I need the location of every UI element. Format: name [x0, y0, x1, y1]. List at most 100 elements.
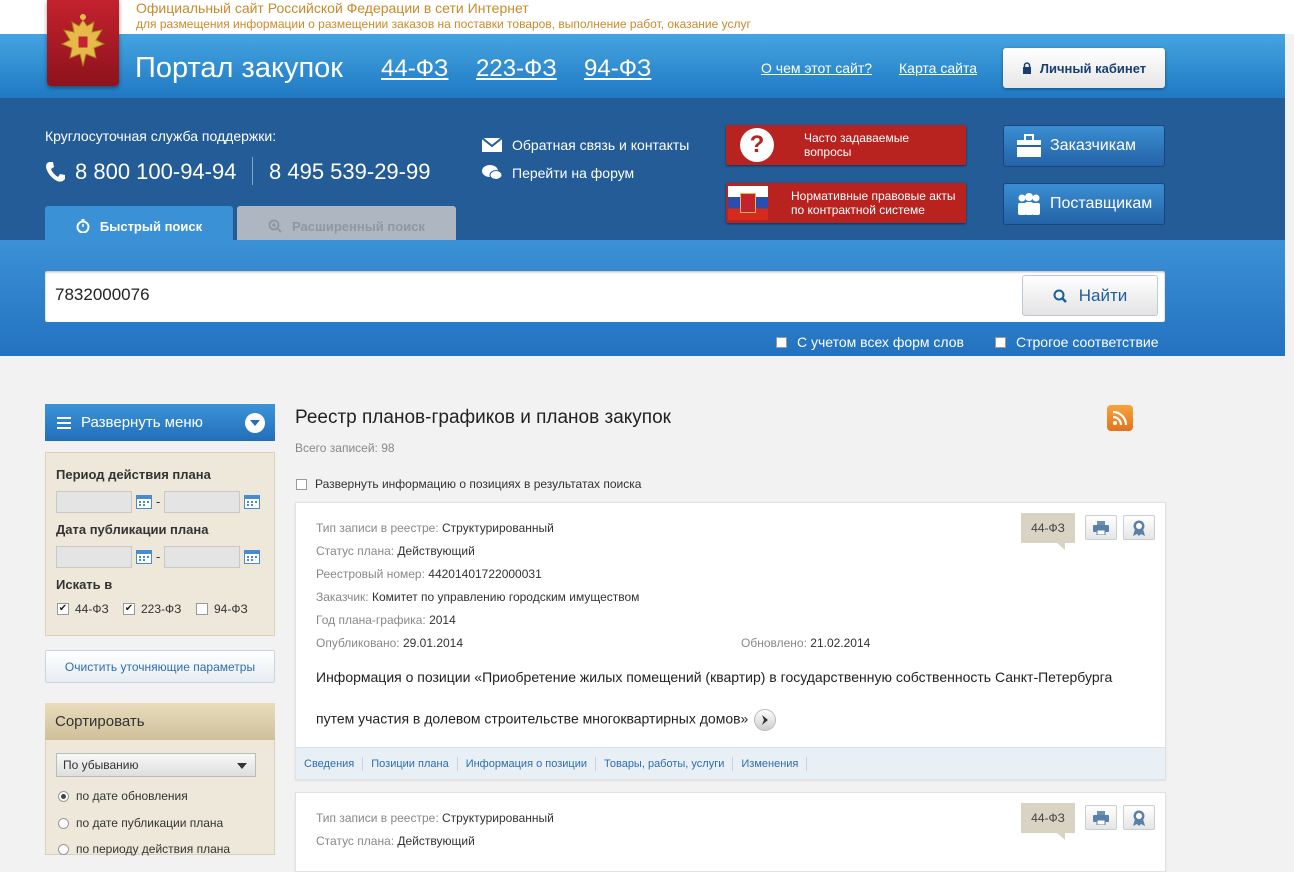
plan-year-field: Год плана-графика: 2014 — [316, 613, 456, 627]
phone-divider — [252, 157, 253, 185]
plan-status-value: Действующий — [397, 834, 475, 848]
customer-value[interactable]: Комитет по управлению городским имуществ… — [372, 590, 639, 604]
suppliers-label: Поставщикам — [1050, 195, 1153, 212]
phone-number-2[interactable]: 8 495 539-29-99 — [269, 159, 430, 185]
forum-link[interactable]: Перейти на форум — [482, 165, 634, 181]
rosette-icon — [1133, 520, 1145, 536]
publication-label: Дата публикации плана — [56, 522, 209, 537]
calendar-icon[interactable] — [136, 550, 152, 564]
personal-cabinet-button[interactable]: Личный кабинет — [1003, 48, 1165, 88]
strict-match-label: Строгое соответствие — [1016, 334, 1159, 350]
clear-filters-button[interactable]: Очистить уточняющие параметры — [45, 650, 275, 683]
law-filter-94[interactable]: 94-ФЗ — [196, 602, 248, 616]
position-info-line-1: Информация о позиции «Приобретение жилых… — [316, 669, 1113, 685]
main-nav-bar: Портал закупок 44-ФЗ 223-ФЗ 94-ФЗ О чем … — [0, 34, 1285, 99]
certificate-button[interactable] — [1123, 805, 1155, 830]
tab-position-info[interactable]: Информация о позиции — [458, 756, 596, 771]
envelope-icon — [482, 138, 502, 152]
sort-by-update-radio[interactable] — [58, 790, 69, 802]
word-forms-option[interactable]: С учетом всех форм слов — [776, 334, 964, 350]
phone-icon — [46, 162, 65, 182]
calendar-icon[interactable] — [136, 495, 152, 509]
law-link-94[interactable]: 94-ФЗ — [584, 55, 651, 83]
plan-year-value: 2014 — [429, 613, 456, 627]
registry-number-value[interactable]: 44201401722000031 — [428, 567, 541, 581]
calendar-icon[interactable] — [244, 550, 260, 564]
law-filter-223-checkbox[interactable]: ✔ — [123, 603, 135, 615]
expand-positions-option[interactable]: Развернуть информацию о позициях в резул… — [296, 477, 641, 491]
position-info-line-2: путем участия в долевом строительстве мн… — [316, 709, 777, 731]
customers-button[interactable]: Заказчикам — [1003, 125, 1165, 167]
filter-panel: Период действия плана - Дата публикации … — [45, 452, 275, 636]
updated-value: 21.02.2014 — [810, 636, 871, 650]
expand-menu-button[interactable]: Развернуть меню — [45, 404, 275, 441]
sort-by-period-radio[interactable] — [58, 843, 69, 855]
tab-goods-works-services[interactable]: Товары, работы, услуги — [596, 756, 734, 771]
publication-from-input[interactable] — [56, 546, 132, 568]
flag-emblem-icon — [728, 186, 768, 220]
sitemap-link[interactable]: Карта сайта — [899, 60, 977, 76]
record-type-field: Тип записи в реестре: Структурированный — [316, 811, 554, 825]
registry-number-field: Реестровый номер: 44201401722000031 — [316, 567, 542, 581]
period-to-input[interactable] — [164, 491, 240, 513]
arrow-right-icon[interactable] — [754, 709, 777, 731]
print-button[interactable] — [1085, 515, 1117, 540]
eagle-icon — [60, 14, 106, 67]
word-forms-label: С учетом всех форм слов — [797, 334, 964, 350]
law-link-223[interactable]: 223-ФЗ — [476, 55, 557, 83]
word-forms-checkbox[interactable] — [776, 336, 787, 348]
calendar-icon[interactable] — [244, 495, 260, 509]
coat-of-arms-logo[interactable] — [47, 0, 119, 86]
cabinet-label: Личный кабинет — [1039, 60, 1147, 76]
plan-status-key: Статус плана: — [316, 834, 395, 848]
faq-button[interactable]: ? Часто задаваемые вопросы — [726, 125, 966, 165]
sort-by-update[interactable]: по дате обновления — [58, 789, 188, 803]
rosette-icon — [1133, 810, 1145, 826]
law-link-44[interactable]: 44-ФЗ — [381, 55, 448, 83]
sort-by-period[interactable]: по периоду действия плана — [58, 842, 230, 856]
position-info-text: путем участия в долевом строительстве мн… — [316, 710, 749, 727]
tab-advanced-label: Расширенный поиск — [292, 218, 425, 234]
tab-plan-positions[interactable]: Позиции плана — [363, 756, 458, 771]
customers-label: Заказчикам — [1050, 137, 1136, 154]
expand-positions-checkbox[interactable] — [296, 478, 307, 490]
law-filter-44[interactable]: ✔ 44-ФЗ — [57, 602, 109, 616]
strict-match-checkbox[interactable] — [995, 336, 1006, 348]
search-band: Найти С учетом всех форм слов Строгое со… — [0, 240, 1285, 356]
updated-key: Обновлено: — [741, 636, 807, 650]
tab-changes[interactable]: Изменения — [733, 756, 808, 771]
law-filter-223[interactable]: ✔ 223-ФЗ — [123, 602, 181, 616]
customer-field: Заказчик: Комитет по управлению городски… — [316, 590, 639, 604]
record-type-key: Тип записи в реестре: — [316, 811, 439, 825]
question-mark-icon: ? — [740, 128, 774, 162]
feedback-link[interactable]: Обратная связь и контакты — [482, 137, 689, 153]
search-input[interactable] — [55, 285, 955, 305]
sort-by-publication-label: по дате публикации плана — [76, 816, 224, 830]
law-filter-94-checkbox[interactable] — [196, 603, 208, 615]
about-link[interactable]: О чем этот сайт? — [761, 60, 872, 76]
sort-order-select[interactable]: По убыванию — [56, 753, 256, 777]
sort-by-publication-radio[interactable] — [58, 817, 69, 829]
phone-number-1[interactable]: 8 800 100-94-94 — [75, 159, 236, 185]
faq-label: Часто задаваемые вопросы — [804, 131, 910, 159]
certificate-button[interactable] — [1123, 515, 1155, 540]
publication-to-input[interactable] — [164, 546, 240, 568]
search-button[interactable]: Найти — [1022, 275, 1158, 316]
tab-details[interactable]: Сведения — [296, 756, 364, 771]
law-filter-44-checkbox[interactable]: ✔ — [57, 603, 69, 615]
zoom-in-icon — [268, 219, 282, 233]
rss-icon[interactable] — [1107, 405, 1133, 431]
portal-title[interactable]: Портал закупок — [135, 52, 343, 85]
suppliers-button[interactable]: Поставщикам — [1003, 183, 1165, 225]
feedback-label: Обратная связь и контакты — [512, 137, 690, 153]
sort-by-publication[interactable]: по дате публикации плана — [58, 816, 223, 830]
strict-match-option[interactable]: Строгое соответствие — [995, 334, 1159, 350]
search-box[interactable] — [45, 271, 1165, 322]
registry-number-key: Реестровый номер: — [316, 567, 425, 581]
law-badge: 44-ФЗ — [1021, 803, 1075, 840]
search-in-label: Искать в — [56, 577, 113, 592]
print-button[interactable] — [1085, 805, 1117, 830]
period-from-input[interactable] — [56, 491, 132, 513]
legal-acts-button[interactable]: Нормативные правовые акты по контрактной… — [726, 183, 966, 223]
plan-status-key: Статус плана: — [316, 544, 395, 558]
